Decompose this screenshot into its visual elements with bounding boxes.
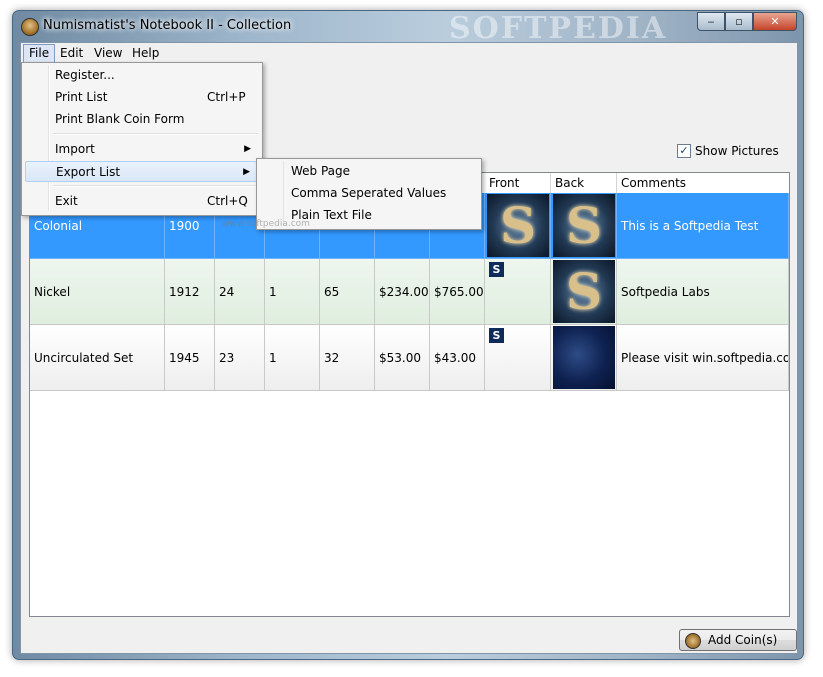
cell-c4: 1 — [265, 325, 320, 391]
back-image-letter: S — [565, 196, 603, 255]
front-image-letter: S — [499, 196, 537, 255]
maximize-button[interactable]: ▫ — [725, 12, 753, 31]
exit-shortcut: Ctrl+Q — [207, 194, 248, 208]
menu-item-web-page[interactable]: Web Page — [291, 160, 350, 182]
menu-edit[interactable]: Edit — [55, 44, 88, 62]
print-list-label: Print List — [55, 90, 108, 104]
cell-c5: 32 — [320, 325, 375, 391]
cell-comments: This is a Softpedia Test — [617, 193, 789, 259]
cell-year: 1945 — [165, 325, 215, 391]
menu-item-csv[interactable]: Comma Seperated Values — [291, 182, 446, 204]
cell-comments: Softpedia Labs — [617, 259, 789, 325]
cell-c7: $765.00 — [430, 259, 485, 325]
softpedia-watermark: SOFTPEDIA — [449, 11, 668, 46]
menu-file[interactable]: File — [23, 44, 56, 64]
window-title: Numismatist's Notebook II - Collection — [43, 18, 292, 33]
exit-label: Exit — [55, 194, 78, 208]
coin-collection-grid[interactable]: Front Back Comments Colonial 1900 This i… — [29, 172, 790, 617]
cell-c7: $43.00 — [430, 325, 485, 391]
print-blank-label: Print Blank Coin Form — [55, 112, 185, 126]
column-header-front[interactable]: Front — [485, 173, 551, 193]
front-image: S — [487, 194, 549, 257]
menu-item-import[interactable]: Import ▶ — [25, 139, 257, 160]
menu-item-print-list[interactable]: Print List Ctrl+P — [25, 87, 257, 108]
show-pictures-label: Show Pictures — [695, 144, 779, 158]
menu-item-exit[interactable]: Exit Ctrl+Q — [25, 191, 257, 212]
menu-item-register[interactable]: Register... — [25, 65, 257, 86]
menu-view[interactable]: View — [89, 44, 127, 62]
softpedia-badge-icon: S — [489, 262, 504, 277]
add-coins-label: Add Coin(s) — [708, 633, 778, 647]
close-button[interactable]: ✕ — [753, 12, 797, 31]
import-label: Import — [55, 142, 95, 156]
menu-help[interactable]: Help — [127, 44, 164, 62]
title-bar[interactable]: Numismatist's Notebook II - Collection S… — [13, 11, 803, 46]
menu-item-print-blank-form[interactable]: Print Blank Coin Form — [25, 109, 257, 130]
submenu-arrow-icon: ▶ — [244, 144, 251, 154]
back-image — [553, 326, 615, 389]
register-label: Register... — [55, 68, 115, 82]
softpedia-small-watermark: www.softpedia.com — [222, 219, 310, 229]
cell-c3: 24 — [215, 259, 265, 325]
softpedia-badge-icon: S — [489, 328, 504, 343]
submenu-arrow-icon: ▶ — [243, 167, 250, 177]
show-pictures-checkbox[interactable]: ✓ — [677, 144, 691, 158]
cell-c6: $53.00 — [375, 325, 430, 391]
export-list-label: Export List — [56, 165, 121, 179]
back-image-letter: S — [565, 262, 603, 321]
table-row[interactable]: Nickel 1912 24 1 65 $234.00 $765.00 Soft… — [30, 259, 789, 325]
back-image: S — [553, 260, 615, 323]
cell-name: Nickel — [30, 259, 165, 325]
menu-item-export-list[interactable]: Export List ▶ — [25, 161, 257, 182]
column-header-comments[interactable]: Comments — [617, 173, 789, 193]
cell-comments: Please visit win.softpedia.com — [617, 325, 789, 391]
file-menu-dropdown: Register... Print List Ctrl+P Print Blan… — [21, 62, 263, 216]
add-coins-button[interactable]: Add Coin(s) — [679, 629, 797, 651]
column-header-back[interactable]: Back — [551, 173, 617, 193]
minimize-button[interactable]: ‒ — [697, 12, 725, 31]
menu-bar: File Edit View Help — [21, 43, 797, 64]
cell-c4: 1 — [265, 259, 320, 325]
cell-year: 1912 — [165, 259, 215, 325]
coin-app-icon — [21, 18, 39, 36]
cell-c6: $234.00 — [375, 259, 430, 325]
coin-icon — [685, 633, 701, 649]
cell-name: Uncirculated Set — [30, 325, 165, 391]
table-row[interactable]: Uncirculated Set 1945 23 1 32 $53.00 $43… — [30, 325, 789, 391]
cell-c3: 23 — [215, 325, 265, 391]
print-list-shortcut: Ctrl+P — [207, 90, 246, 104]
show-pictures-option[interactable]: ✓ Show Pictures — [677, 144, 779, 158]
back-image: S — [553, 194, 615, 257]
cell-c5: 65 — [320, 259, 375, 325]
